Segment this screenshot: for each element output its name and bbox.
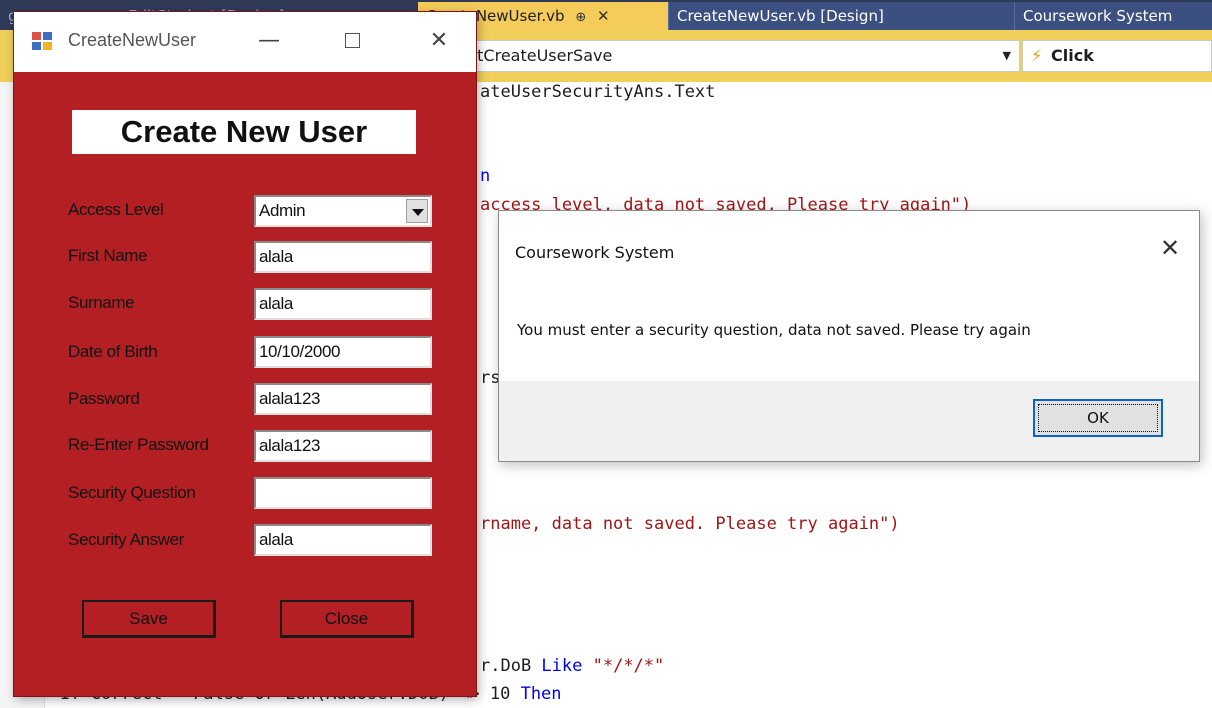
create-new-user-window: CreateNewUser — ✕ Create New User Access… xyxy=(14,12,476,696)
code-keyword: Then xyxy=(520,684,562,704)
minimize-icon[interactable]: — xyxy=(254,26,284,56)
surname-label: Surname xyxy=(68,293,135,312)
access-level-select[interactable]: Admin xyxy=(254,195,432,227)
ide-tab[interactable]: Coursework System xyxy=(1014,2,1212,30)
close-icon[interactable]: ✕ xyxy=(1155,233,1185,263)
event-dropdown-value: Click xyxy=(1051,46,1094,65)
form-title-bar[interactable]: CreateNewUser — ✕ xyxy=(14,12,476,72)
code-line: n xyxy=(480,166,490,186)
chevron-down-icon[interactable]: ▼ xyxy=(1003,41,1011,71)
code-text: r.DoB xyxy=(480,656,542,676)
message-box-dialog: Coursework System ✕ You must enter a sec… xyxy=(498,210,1200,462)
code-line: ateUserSecurityAns.Text xyxy=(480,82,715,102)
save-button[interactable]: Save xyxy=(82,600,216,638)
form-heading: Create New User xyxy=(72,110,416,154)
pin-icon[interactable]: ⊕ xyxy=(575,10,586,25)
form-title: CreateNewUser xyxy=(68,30,197,50)
date-of-birth-label: Date of Birth xyxy=(68,342,158,361)
chevron-down-icon[interactable] xyxy=(406,199,428,223)
code-line: rname, data not saved. Please try again"… xyxy=(480,514,900,534)
access-level-label: Access Level xyxy=(68,200,164,219)
code-text: ateUserSecurityAns.Text xyxy=(480,82,716,102)
close-icon[interactable]: ✕ xyxy=(597,7,610,25)
member-dropdown[interactable]: utCreateUserSave ▼ xyxy=(460,40,1020,72)
code-string: rname, data not saved. Please try again"… xyxy=(480,514,900,534)
message-box-title: Coursework System xyxy=(515,243,675,262)
code-keyword: n xyxy=(480,166,491,186)
event-bolt-icon: ⚡ xyxy=(1031,46,1043,65)
security-question-label: Security Question xyxy=(68,483,196,502)
first-name-input[interactable]: alala xyxy=(254,241,432,273)
access-level-value: Admin xyxy=(259,201,306,220)
close-button[interactable]: Close xyxy=(280,600,414,638)
code-line: r.DoB Like "*/*/*" xyxy=(480,656,664,676)
close-icon[interactable]: ✕ xyxy=(424,26,454,56)
first-name-label: First Name xyxy=(68,246,148,265)
ide-tab[interactable]: CreateNewUser.vb [Design] xyxy=(668,2,1014,30)
re-enter-password-input[interactable]: alala123 xyxy=(254,430,432,462)
password-input[interactable]: alala123 xyxy=(254,383,432,415)
code-string: "*/*/*" xyxy=(582,656,665,676)
event-dropdown[interactable]: ⚡ Click xyxy=(1022,40,1212,72)
message-box-text: You must enter a security question, data… xyxy=(517,321,1031,339)
maximize-icon[interactable] xyxy=(338,26,368,56)
security-question-input[interactable] xyxy=(254,477,432,509)
date-of-birth-input[interactable]: 10/10/2000 xyxy=(254,336,432,368)
security-answer-label: Security Answer xyxy=(68,530,184,549)
re-enter-password-label: Re-Enter Password xyxy=(68,435,209,454)
password-label: Password xyxy=(68,389,140,408)
member-dropdown-value: utCreateUserSave xyxy=(467,46,613,65)
surname-input[interactable]: alala xyxy=(254,288,432,320)
message-box-footer: OK xyxy=(499,381,1199,461)
ok-button[interactable]: OK xyxy=(1033,399,1163,437)
security-answer-input[interactable]: alala xyxy=(254,524,432,556)
code-keyword: Like xyxy=(541,656,583,676)
app-icon xyxy=(32,32,54,50)
